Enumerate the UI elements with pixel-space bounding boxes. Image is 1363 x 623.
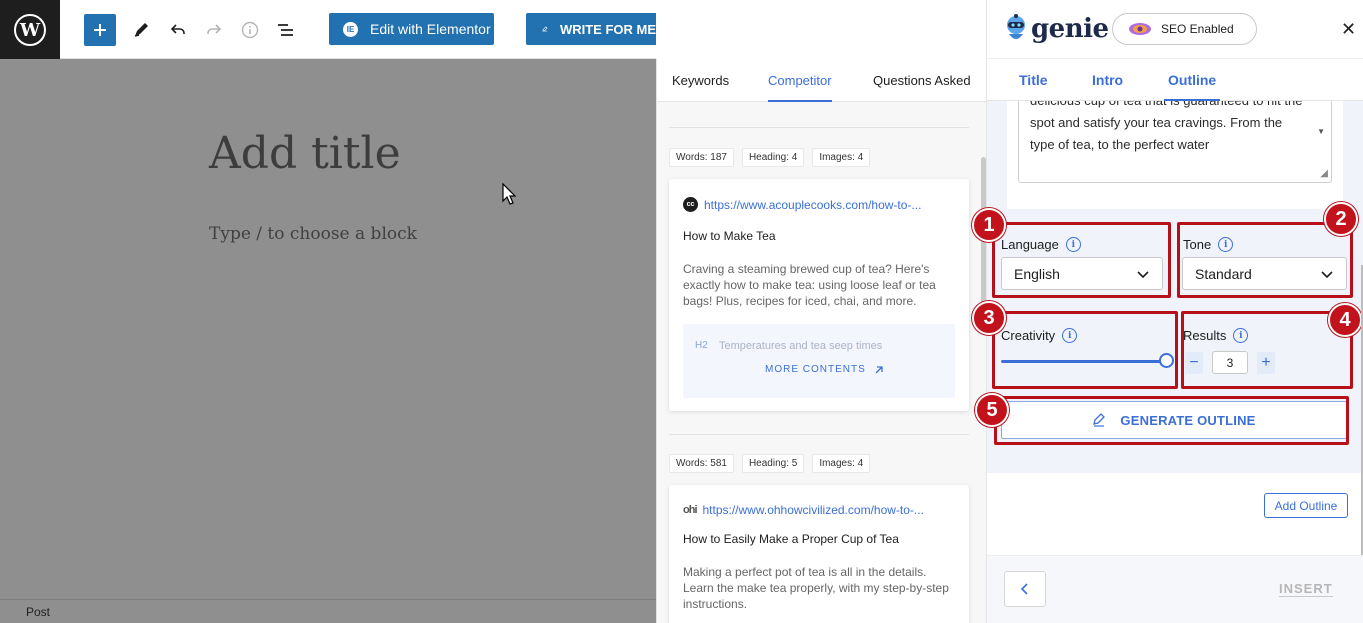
tab-questions-asked[interactable]: Questions Asked bbox=[873, 59, 971, 102]
editor-status-bar: Post bbox=[0, 599, 656, 623]
genie-logo: genie bbox=[1003, 14, 1109, 44]
divider bbox=[669, 434, 969, 435]
genie-logo-text: genie bbox=[1031, 14, 1109, 44]
annotation-marker-3: 3 bbox=[972, 301, 1006, 335]
more-contents-button[interactable]: MORE CONTENTS bbox=[765, 364, 884, 375]
insert-button[interactable]: INSERT bbox=[1279, 581, 1333, 597]
intro-textarea-text: delicious cup of tea that is guaranteed … bbox=[1030, 101, 1302, 152]
undo-button[interactable] bbox=[162, 14, 194, 46]
undo-icon bbox=[170, 24, 185, 34]
info-circle-icon bbox=[241, 21, 259, 39]
block-placeholder[interactable]: Type / to choose a block bbox=[209, 224, 417, 244]
write-for-me-label: WRITE FOR ME bbox=[559, 21, 656, 37]
image-count-badge: Images: 4 bbox=[812, 454, 871, 473]
scroll-down-icon[interactable]: ▼ bbox=[1317, 127, 1325, 136]
annotation-marker-1: 1 bbox=[972, 208, 1006, 242]
competitor-description: Craving a steaming brewed cup of tea? He… bbox=[683, 262, 936, 308]
list-view-button[interactable] bbox=[270, 14, 302, 46]
word-count-badge: Words: 581 bbox=[669, 454, 734, 473]
wordpress-icon: W bbox=[14, 14, 46, 46]
competitor-headings: H2 Temperatures and tea seep times MORE … bbox=[683, 324, 955, 398]
tab-title[interactable]: Title bbox=[1019, 59, 1048, 101]
pencil-edit-icon bbox=[542, 26, 548, 32]
tab-keywords[interactable]: Keywords bbox=[672, 59, 729, 102]
elementor-icon: IE bbox=[343, 21, 358, 37]
redo-icon bbox=[207, 24, 222, 34]
add-outline-button[interactable]: Add Outline bbox=[1264, 493, 1348, 518]
annotation-box-results bbox=[1181, 311, 1353, 389]
close-panel-icon[interactable]: ✕ bbox=[1341, 19, 1356, 40]
competitor-link-1[interactable]: cc https://www.acouplecooks.com/how-to-.… bbox=[683, 197, 921, 212]
site-favicon-icon: ohi bbox=[683, 504, 697, 516]
heading-text: Temperatures and tea seep times bbox=[719, 340, 883, 352]
chevron-left-icon bbox=[1020, 583, 1028, 595]
tab-competitor[interactable]: Competitor bbox=[768, 59, 832, 102]
heading-count-badge: Heading: 4 bbox=[741, 148, 805, 167]
plus-icon bbox=[94, 24, 106, 36]
competitor-card-1: cc https://www.acouplecooks.com/how-to-.… bbox=[669, 179, 969, 411]
competitor-link-2[interactable]: ohi https://www.ohhowcivilized.com/how-t… bbox=[683, 503, 924, 517]
details-button[interactable] bbox=[234, 14, 266, 46]
word-count-badge: Words: 187 bbox=[669, 148, 734, 167]
pencil-icon bbox=[134, 23, 148, 37]
competitor-panel: Keywords Competitor Questions Asked Word… bbox=[656, 59, 986, 623]
annotation-marker-5: 5 bbox=[975, 393, 1009, 427]
back-button[interactable] bbox=[1004, 571, 1046, 607]
add-block-button[interactable] bbox=[84, 14, 116, 46]
more-contents-label: MORE CONTENTS bbox=[765, 364, 866, 375]
competitor-url[interactable]: https://www.acouplecooks.com/how-to-... bbox=[704, 198, 921, 212]
wordpress-logo-button[interactable]: W bbox=[0, 0, 60, 60]
external-arrow-icon bbox=[875, 365, 883, 373]
competitor-url[interactable]: https://www.ohhowcivilized.com/how-to-..… bbox=[703, 503, 924, 517]
genie-footer: INSERT bbox=[987, 555, 1363, 623]
editor-toolbar: IE Edit with Elementor WRITE FOR ME bbox=[60, 0, 656, 59]
edit-elementor-label: Edit with Elementor bbox=[370, 21, 491, 37]
resize-handle-icon[interactable]: ◢ bbox=[1320, 168, 1328, 179]
seo-enabled-label: SEO Enabled bbox=[1161, 22, 1234, 36]
mouse-cursor-icon bbox=[502, 183, 516, 205]
genie-tabs: Title Intro Outline bbox=[987, 59, 1363, 101]
annotation-marker-4: 4 bbox=[1328, 303, 1362, 337]
genie-mascot-icon bbox=[1007, 14, 1025, 39]
seo-eye-icon bbox=[1129, 23, 1151, 35]
post-title-placeholder[interactable]: Add title bbox=[209, 128, 401, 179]
seo-enabled-badge[interactable]: SEO Enabled bbox=[1112, 13, 1257, 45]
annotation-box-creativity bbox=[992, 311, 1178, 389]
genie-header: genie SEO Enabled ✕ bbox=[987, 0, 1363, 59]
competitor-title: How to Make Tea bbox=[683, 229, 776, 243]
competitor-card-2: ohi https://www.ohhowcivilized.com/how-t… bbox=[669, 485, 969, 623]
competitor-title: How to Easily Make a Proper Cup of Tea bbox=[683, 532, 899, 546]
genie-form: delicious cup of tea that is guaranteed … bbox=[972, 101, 1363, 473]
competitor-tabs: Keywords Competitor Questions Asked bbox=[657, 59, 986, 102]
edit-with-elementor-button[interactable]: IE Edit with Elementor bbox=[329, 13, 494, 45]
tab-intro[interactable]: Intro bbox=[1092, 59, 1123, 101]
annotation-box-generate bbox=[994, 396, 1349, 445]
heading-tag: H2 bbox=[695, 340, 708, 351]
competitor-stats-2: Words: 581 Heading: 5 Images: 4 bbox=[669, 454, 871, 473]
genie-panel: genie SEO Enabled ✕ Title Intro Outline … bbox=[972, 0, 1363, 623]
heading-count-badge: Heading: 5 bbox=[741, 454, 805, 473]
list-view-icon bbox=[278, 24, 293, 36]
write-for-me-button[interactable]: WRITE FOR ME bbox=[526, 13, 656, 45]
annotation-box-language bbox=[992, 222, 1171, 298]
site-favicon-icon: cc bbox=[683, 197, 698, 212]
competitor-stats-1: Words: 187 Heading: 4 Images: 4 bbox=[669, 148, 871, 167]
competitor-description: Making a perfect pot of tea is all in th… bbox=[683, 565, 949, 611]
intro-textarea[interactable]: delicious cup of tea that is guaranteed … bbox=[1018, 101, 1332, 183]
breadcrumb-post[interactable]: Post bbox=[26, 605, 50, 619]
redo-button[interactable] bbox=[198, 14, 230, 46]
annotation-marker-2: 2 bbox=[1324, 202, 1358, 236]
tab-outline[interactable]: Outline bbox=[1163, 59, 1221, 101]
divider bbox=[669, 127, 969, 128]
image-count-badge: Images: 4 bbox=[812, 148, 871, 167]
annotation-box-tone bbox=[1177, 222, 1353, 298]
tools-button[interactable] bbox=[125, 14, 157, 46]
